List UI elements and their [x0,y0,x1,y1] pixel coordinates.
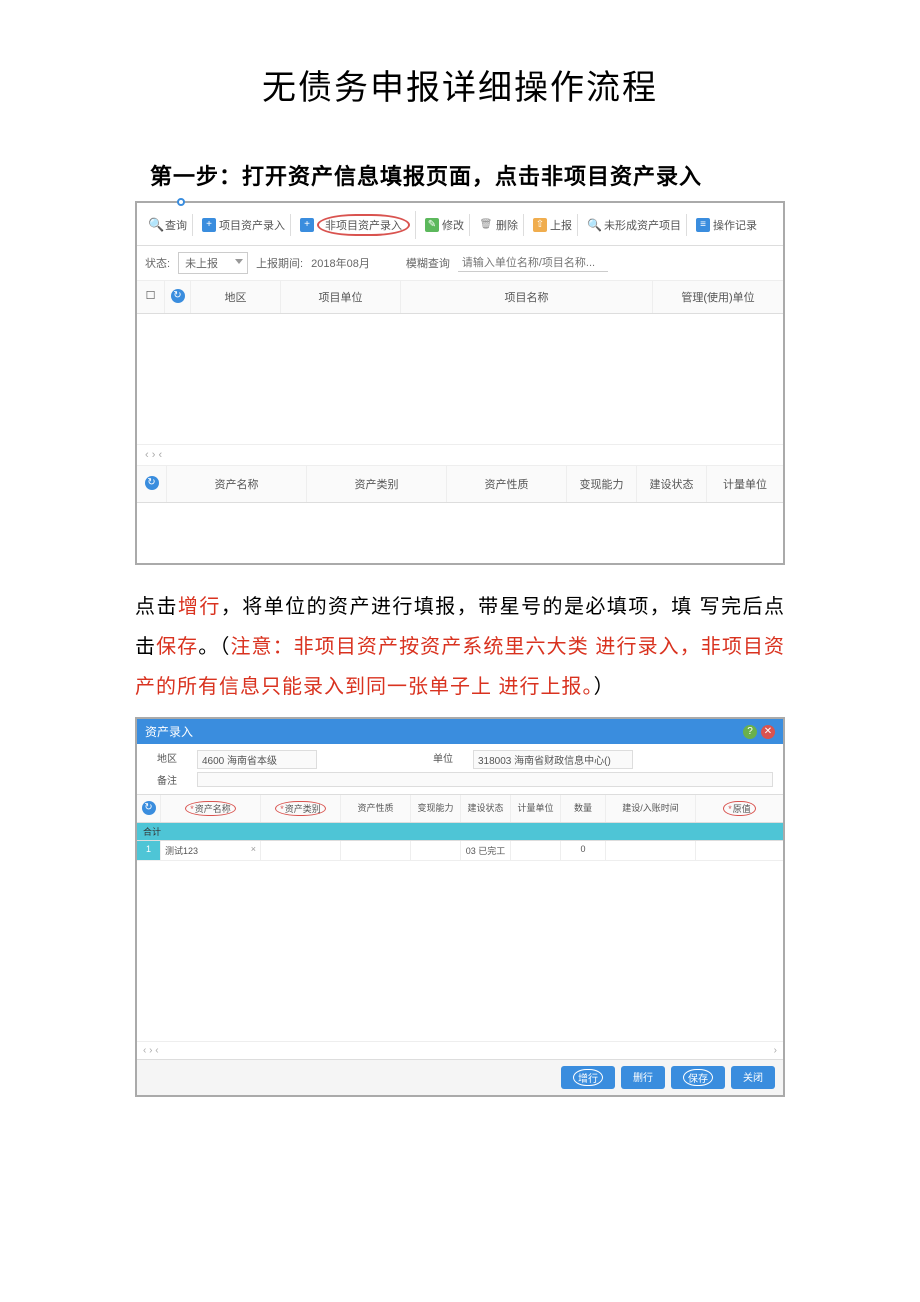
report-button[interactable]: ⇧上报 [528,214,578,236]
unformed-asset-button[interactable]: 🔍未形成资产项目 [582,214,687,236]
step-1-heading: 第一步：打开资产信息填报页面，点击非项目资产录入 [150,159,790,191]
col-asset-nature: 资产性质 [447,466,567,502]
dialog-title: 资产录入 [145,723,193,740]
plus-icon: + [300,218,314,232]
instruction-paragraph: 点击增行，将单位的资产进行填报，带星号的是必填项，填 写完后点击保存。（注意：非… [135,587,785,707]
fuzzy-input[interactable] [458,255,608,272]
row-index: 1 [137,841,161,860]
cell-asset-category[interactable] [261,841,341,860]
callout-circle: 非项目资产录入 [317,214,410,236]
col-build-status: 建设状态 [461,795,511,822]
cell-liquidity[interactable] [411,841,461,860]
s2-table-header: ↻ *资产名称 *资产类别 资产性质 变现能力 建设状态 计量单位 数量 建设/… [137,794,783,823]
refresh-button[interactable]: ↻ [165,281,191,313]
period-label: 上报期间: [256,255,303,271]
upload-icon: ⇧ [533,218,547,232]
plus-icon: + [202,218,216,232]
s2-table-body [137,861,783,1041]
nonproject-asset-entry-button[interactable]: +非项目资产录入 [295,211,416,239]
cell-unit[interactable] [511,841,561,860]
col-asset-name: 资产名称 [167,466,307,502]
table-row[interactable]: 1 测试123× 03 已完工 0 [137,841,783,861]
s2-form: 地区 4600 海南省本级 单位 318003 海南省财政信息中心() 备注 [137,744,783,794]
col-asset-category: 资产类别 [307,466,447,502]
s1-filters: 状态: 未上报 上报期间: 2018年08月 模糊查询 [137,246,783,281]
refresh-icon: ↻ [145,476,159,490]
status-select[interactable]: 未上报 [178,252,248,274]
screenshot-2: 资产录入 ? ✕ 地区 4600 海南省本级 单位 318003 海南省财政信息… [135,717,785,1097]
query-button[interactable]: 🔍查询 [143,214,193,236]
col-measure-unit: 计量单位 [707,466,783,502]
document-title: 无债务申报详细操作流程 [0,60,920,109]
cell-asset-nature[interactable] [341,841,411,860]
col-liquidity: 变现能力 [411,795,461,822]
cell-quantity[interactable]: 0 [561,841,606,860]
col-quantity: 数量 [561,795,606,822]
search-icon: 🔍 [587,218,601,232]
s1-toolbar: 🔍查询 +项目资产录入 +非项目资产录入 ✎修改 🗑删除 ⇧上报 🔍未形成资产项… [137,203,783,246]
col-project-unit: 项目单位 [281,281,401,313]
refresh-icon: ↻ [171,289,185,303]
delete-button[interactable]: 🗑删除 [474,214,524,236]
cell-time[interactable] [606,841,696,860]
s2-dialog-header: 资产录入 ? ✕ [137,719,783,744]
save-button[interactable]: 保存 [671,1066,725,1089]
region-label: 地区 [147,750,177,769]
project-asset-entry-button[interactable]: +项目资产录入 [197,214,291,236]
col-measure-unit: 计量单位 [511,795,561,822]
search-icon: 🔍 [148,218,162,232]
remark-field[interactable] [197,772,773,787]
s1-pager[interactable]: ‹ › ‹ [137,444,783,466]
s1-table-header: ☐ ↻ 地区 项目单位 项目名称 管理(使用)单位 [137,281,783,314]
unit-label: 单位 [423,750,453,769]
col-time: 建设/入账时间 [606,795,696,822]
chevron-down-icon [235,259,243,264]
col-project-name: 项目名称 [401,281,653,313]
s2-footer: 增行 删行 保存 关闭 [137,1059,783,1095]
col-asset-category: *资产类别 [261,795,341,822]
status-label: 状态: [145,255,170,271]
operation-log-button[interactable]: ≡操作记录 [691,214,762,236]
list-icon: ≡ [696,218,710,232]
region-field[interactable]: 4600 海南省本级 [197,750,317,769]
delete-row-button[interactable]: 删行 [621,1066,665,1089]
add-row-button[interactable]: 增行 [561,1066,615,1089]
s1-table-body [137,314,783,444]
col-liquidity: 变现能力 [567,466,637,502]
trash-icon: 🗑 [479,218,493,232]
col-original-value: *原值 [696,795,783,822]
s2-total-row: 合计 [137,823,783,841]
close-icon[interactable]: ✕ [761,725,775,739]
clear-icon[interactable]: × [251,844,256,854]
col-asset-nature: 资产性质 [341,795,411,822]
modify-button[interactable]: ✎修改 [420,214,470,236]
edit-icon: ✎ [425,218,439,232]
col-asset-name: *资产名称 [161,795,261,822]
select-all-checkbox[interactable]: ☐ [137,281,165,313]
col-region: 地区 [191,281,281,313]
period-value: 2018年08月 [311,255,370,271]
refresh-button[interactable]: ↻ [137,795,161,822]
help-icon[interactable]: ? [743,725,757,739]
cell-original-value[interactable] [696,841,783,860]
fuzzy-label: 模糊查询 [406,255,450,271]
close-button[interactable]: 关闭 [731,1066,775,1089]
remark-label: 备注 [147,772,177,787]
s1-subtable-header: ↻ 资产名称 资产类别 资产性质 变现能力 建设状态 计量单位 [137,466,783,503]
screenshot-1: 🔍查询 +项目资产录入 +非项目资产录入 ✎修改 🗑删除 ⇧上报 🔍未形成资产项… [135,201,785,565]
cell-build-status[interactable]: 03 已完工 [461,841,511,860]
s2-pager[interactable]: ‹ › ‹ › [137,1041,783,1059]
unit-field[interactable]: 318003 海南省财政信息中心() [473,750,633,769]
s1-subtable-body [137,503,783,563]
col-build-status: 建设状态 [637,466,707,502]
cell-asset-name[interactable]: 测试123× [161,841,261,860]
col-manager-unit: 管理(使用)单位 [653,281,783,313]
refresh-button[interactable]: ↻ [137,466,167,502]
refresh-icon: ↻ [142,801,156,815]
